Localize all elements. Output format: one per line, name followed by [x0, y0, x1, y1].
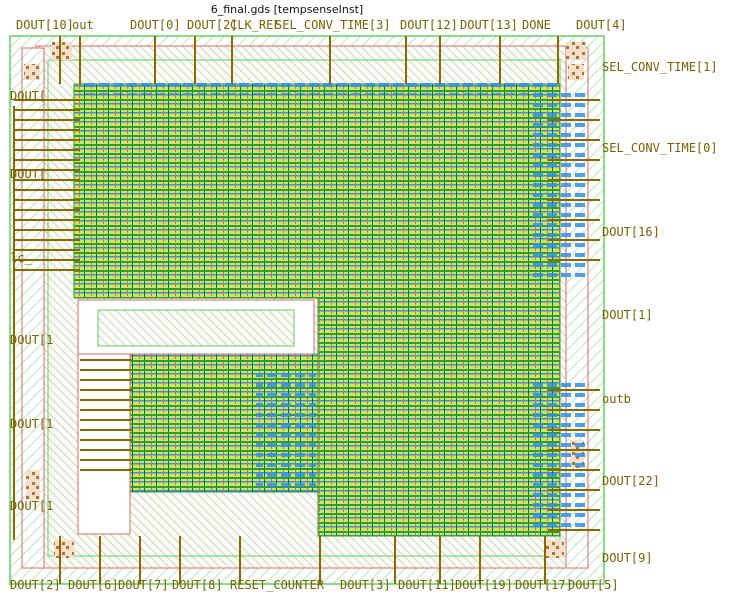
via-array-right-1: [568, 64, 584, 80]
via-array-left-1: [24, 64, 40, 80]
metal-strip-top: [80, 82, 560, 94]
pin-label-bottom-dout7: DOUT[7]: [118, 578, 169, 592]
via-array-bottom-left: [54, 540, 74, 558]
pin-label-left-2: DOUT[: [10, 167, 46, 181]
pin-label-top-sel-conv-time3: SEL_CONV_TIME[3]: [275, 18, 391, 32]
pin-label-bottom-dout11: DOUT[11]: [398, 578, 456, 592]
via-array-bottom-right: [544, 540, 564, 558]
cell-region-upper: [73, 83, 561, 299]
pin-label-right-dout1: DOUT[1]: [602, 308, 653, 322]
pin-label-bottom-dout3: DOUT[3]: [340, 578, 391, 592]
metal-strip-mid: [256, 370, 316, 490]
pin-label-bottom-reset-counter: RESET_COUNTER: [230, 578, 325, 592]
pin-label-bottom-dout2: DOUT[2]: [10, 578, 61, 592]
pin-label-right-sel-conv-time1: SEL_CONV_TIME[1]: [602, 60, 718, 74]
metal-strip-right-upper: [530, 90, 586, 280]
pin-label-right-dout22: DOUT[22]: [602, 474, 660, 488]
pin-label-top-dout10: DOUT[10]: [16, 18, 74, 32]
pin-label-right-outb: outb: [602, 392, 631, 406]
pin-label-left-6: DOUT[1: [10, 499, 53, 513]
macro-block-inner: [97, 309, 295, 347]
pin-label-bottom-dout6: DOUT[6]: [68, 578, 119, 592]
via-array-top-right: [566, 42, 586, 60]
pin-label-right-sel-conv-time0: SEL_CONV_TIME[0]: [602, 141, 718, 155]
cell-region-lower-right: [317, 297, 561, 537]
pin-label-left-5: DOUT[1: [10, 417, 53, 431]
via-array-top-left: [52, 42, 72, 60]
pin-label-right-dout16: DOUT[16]: [602, 225, 660, 239]
pin-label-bottom-dout5: DOUT[5]: [568, 578, 619, 592]
pin-label-top-dout4: DOUT[4]: [576, 18, 627, 32]
pin-label-top-dout13: DOUT[13]: [460, 18, 518, 32]
via-array-left-2: [26, 470, 40, 500]
pin-label-top-dout0: DOUT[0]: [130, 18, 181, 32]
pin-label-left-1: DOUT[: [10, 89, 46, 103]
pin-label-top-clk-ref: CLK_REF: [230, 18, 281, 32]
pin-label-top-dout12: DOUT[12]: [400, 18, 458, 32]
pin-label-left-4: DOUT[1: [10, 333, 53, 347]
pin-label-bottom-dout17: DOUT[17]: [515, 578, 573, 592]
pin-label-top-done: DONE: [522, 18, 551, 32]
pin-label-left-3: lc_: [10, 251, 32, 265]
layout-canvas[interactable]: DOUT[10] out DOUT[0] DOUT[2] CLK_REF SEL…: [0, 0, 734, 601]
pin-label-right-dout9: DOUT[9]: [602, 551, 653, 565]
pin-label-bottom-dout19: DOUT[19]: [455, 578, 513, 592]
pin-label-bottom-dout8: DOUT[8]: [172, 578, 223, 592]
pin-label-top-out: out: [72, 18, 94, 32]
metal-strip-right-lower: [530, 380, 586, 530]
